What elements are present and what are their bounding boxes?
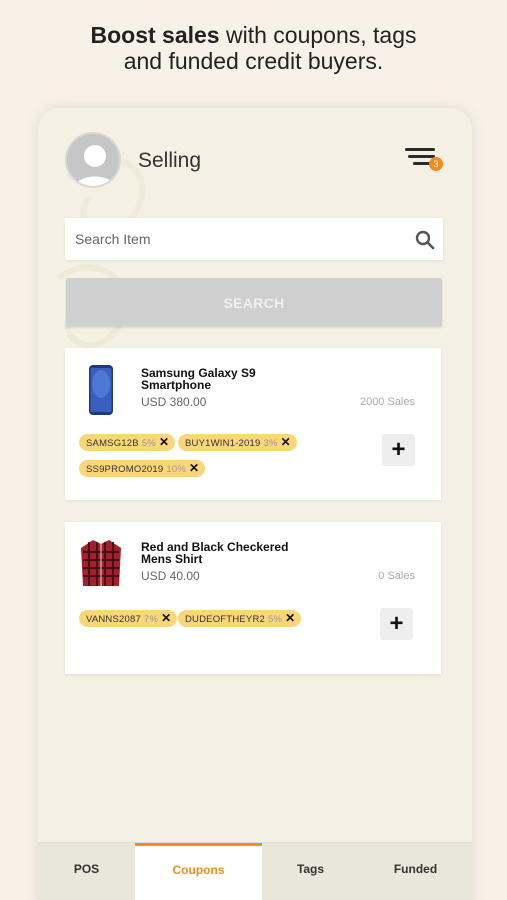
page-title: Selling bbox=[138, 149, 202, 172]
product-sales: 2000 Sales bbox=[359, 396, 415, 408]
remove-tag-icon[interactable]: ✕ bbox=[159, 435, 169, 449]
product-sales: 0 Sales bbox=[378, 570, 415, 582]
tab-funded[interactable]: Funded bbox=[359, 843, 472, 900]
search-input[interactable] bbox=[75, 218, 395, 260]
coupon-code: BUY1WIN1-2019 bbox=[185, 438, 261, 449]
coupon-tag: SS9PROMO2019 10% ✕ bbox=[79, 460, 206, 477]
tab-coupons[interactable]: Coupons bbox=[135, 843, 262, 900]
tab-tags[interactable]: Tags bbox=[262, 843, 359, 900]
headline-line2: and funded credit buyers. bbox=[123, 48, 384, 74]
notification-badge: 3 bbox=[429, 157, 443, 171]
bottom-nav: POS Coupons Tags Funded bbox=[38, 842, 472, 900]
coupon-percent: 7% bbox=[143, 614, 159, 625]
headline: Boost sales with coupons, tags and funde… bbox=[0, 22, 507, 74]
remove-tag-icon[interactable]: ✕ bbox=[281, 435, 291, 449]
coupon-code: VANNS2087 bbox=[86, 614, 141, 625]
coupon-code: DUDEOFTHEYR2 bbox=[185, 614, 265, 625]
smartphone-image bbox=[89, 365, 113, 415]
coupon-tag: VANNS2087 7% ✕ bbox=[79, 610, 178, 627]
product-price: USD 40.00 bbox=[141, 569, 200, 583]
remove-tag-icon[interactable]: ✕ bbox=[161, 611, 171, 625]
menu-button[interactable]: 3 bbox=[405, 148, 445, 174]
shirt-image bbox=[81, 540, 121, 586]
coupon-tag: BUY1WIN1-2019 3% ✕ bbox=[178, 434, 297, 451]
headline-rest: with coupons, tags bbox=[225, 22, 417, 48]
coupon-percent: 5% bbox=[268, 614, 283, 625]
product-name: Samsung Galaxy S9 Smartphone bbox=[141, 366, 256, 392]
phone-screen: Selling 3 SEARCH Samsung Galaxy S9 Smart… bbox=[38, 108, 472, 900]
product-price: USD 380.00 bbox=[141, 395, 207, 409]
coupon-tag: DUDEOFTHEYR2 5% ✕ bbox=[178, 610, 302, 627]
add-coupon-button[interactable]: + bbox=[380, 608, 413, 640]
product-name: Red and Black Checkered Mens Shirt bbox=[141, 540, 289, 566]
add-coupon-button[interactable]: + bbox=[382, 434, 415, 466]
remove-tag-icon[interactable]: ✕ bbox=[285, 611, 295, 625]
coupon-code: SS9PROMO2019 bbox=[86, 464, 164, 475]
tab-pos[interactable]: POS bbox=[38, 843, 135, 900]
remove-tag-icon[interactable]: ✕ bbox=[189, 461, 199, 475]
coupon-tag: SAMSG12B 5% ✕ bbox=[79, 434, 176, 451]
headline-bold: Boost sales bbox=[90, 22, 220, 48]
coupon-percent: 5% bbox=[141, 438, 156, 449]
search-button[interactable]: SEARCH bbox=[66, 278, 442, 326]
product-card: Red and Black Checkered Mens Shirt USD 4… bbox=[65, 522, 441, 674]
coupon-percent: 10% bbox=[166, 464, 187, 475]
search-box bbox=[65, 218, 443, 260]
search-icon[interactable] bbox=[415, 230, 435, 250]
coupon-code: SAMSG12B bbox=[86, 438, 139, 449]
coupon-percent: 3% bbox=[263, 438, 278, 449]
menu-icon-bar bbox=[405, 148, 435, 151]
product-card: Samsung Galaxy S9 Smartphone USD 380.00 … bbox=[65, 348, 441, 500]
avatar[interactable] bbox=[65, 132, 121, 188]
